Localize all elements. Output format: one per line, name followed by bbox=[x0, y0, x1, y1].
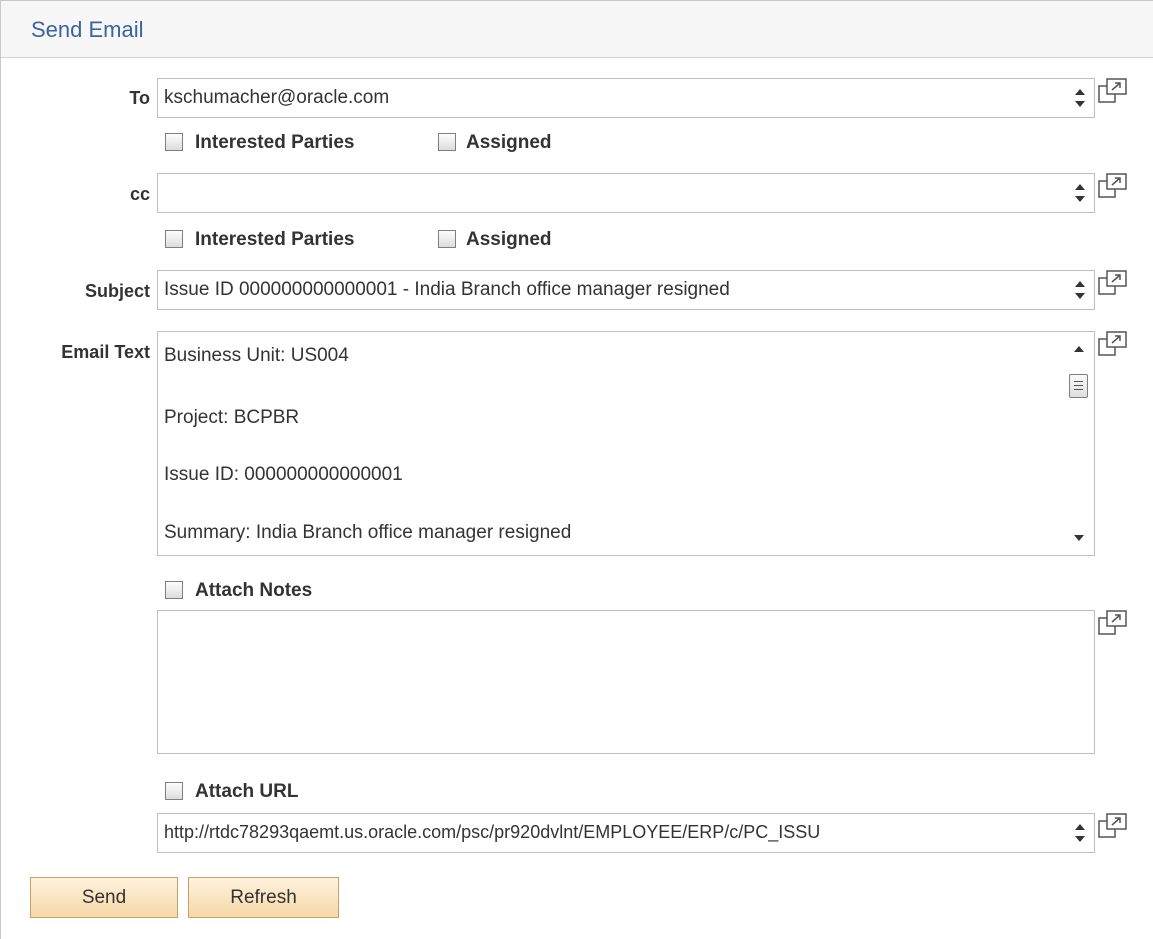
scroll-thumb[interactable] bbox=[1069, 374, 1088, 398]
to-label: To bbox=[129, 88, 150, 108]
cc-assigned-checkbox[interactable] bbox=[438, 230, 456, 248]
cc-interested-parties-checkbox[interactable] bbox=[165, 230, 183, 248]
subject-label: Subject bbox=[84, 281, 150, 301]
attach-url-label: Attach URL bbox=[195, 781, 299, 802]
to-interested-parties-checkbox[interactable] bbox=[165, 133, 183, 151]
send-button[interactable]: Send bbox=[30, 877, 178, 918]
cc-interested-parties-label: Interested Parties bbox=[195, 229, 355, 250]
subject-field-value: Issue ID 000000000000001 - India Branch … bbox=[164, 279, 730, 300]
to-interested-parties-label: Interested Parties bbox=[195, 132, 355, 153]
email-text-scrollbar[interactable] bbox=[1064, 332, 1094, 555]
refresh-button[interactable]: Refresh bbox=[188, 877, 339, 918]
expand-icon[interactable] bbox=[1098, 610, 1128, 636]
to-field-spinner[interactable] bbox=[1074, 89, 1086, 109]
subject-field[interactable]: Issue ID 000000000000001 - India Branch … bbox=[157, 270, 1095, 310]
cc-field-spinner[interactable] bbox=[1074, 184, 1086, 204]
email-text-line: Business Unit: US004 bbox=[164, 345, 349, 366]
cc-assigned-label: Assigned bbox=[466, 229, 552, 250]
expand-icon[interactable] bbox=[1098, 78, 1128, 104]
cc-field[interactable] bbox=[157, 173, 1095, 213]
attach-url-spinner[interactable] bbox=[1074, 824, 1086, 844]
scroll-down-icon[interactable] bbox=[1074, 535, 1084, 541]
subject-field-spinner[interactable] bbox=[1074, 281, 1086, 301]
page-title: Send Email bbox=[31, 17, 144, 42]
email-text-label: Email Text bbox=[61, 342, 150, 362]
attach-url-value: http://rtdc78293qaemt.us.oracle.com/psc/… bbox=[164, 822, 821, 842]
attach-notes-label: Attach Notes bbox=[195, 580, 313, 601]
attach-url-checkbox[interactable] bbox=[165, 782, 183, 800]
attach-notes-area[interactable] bbox=[157, 610, 1095, 754]
page-header: Send Email bbox=[1, 1, 1153, 58]
cc-label: cc bbox=[129, 184, 150, 204]
to-field-value: kschumacher@oracle.com bbox=[164, 87, 390, 108]
email-text-area[interactable]: Business Unit: US004 Project: BCPBR Issu… bbox=[157, 331, 1095, 556]
to-assigned-label: Assigned bbox=[466, 132, 552, 153]
to-assigned-checkbox[interactable] bbox=[438, 133, 456, 151]
attach-url-field[interactable]: http://rtdc78293qaemt.us.oracle.com/psc/… bbox=[157, 813, 1095, 853]
to-field[interactable]: kschumacher@oracle.com bbox=[157, 78, 1095, 118]
expand-icon[interactable] bbox=[1098, 813, 1128, 839]
email-text-line: Issue ID: 000000000000001 bbox=[164, 464, 403, 485]
scroll-up-icon[interactable] bbox=[1074, 346, 1084, 352]
email-text-line: Project: BCPBR bbox=[164, 407, 300, 428]
expand-icon[interactable] bbox=[1098, 270, 1128, 296]
expand-icon[interactable] bbox=[1098, 331, 1128, 357]
email-text-line: Summary: India Branch office manager res… bbox=[164, 522, 572, 543]
attach-notes-checkbox[interactable] bbox=[165, 581, 183, 599]
expand-icon[interactable] bbox=[1098, 173, 1128, 199]
